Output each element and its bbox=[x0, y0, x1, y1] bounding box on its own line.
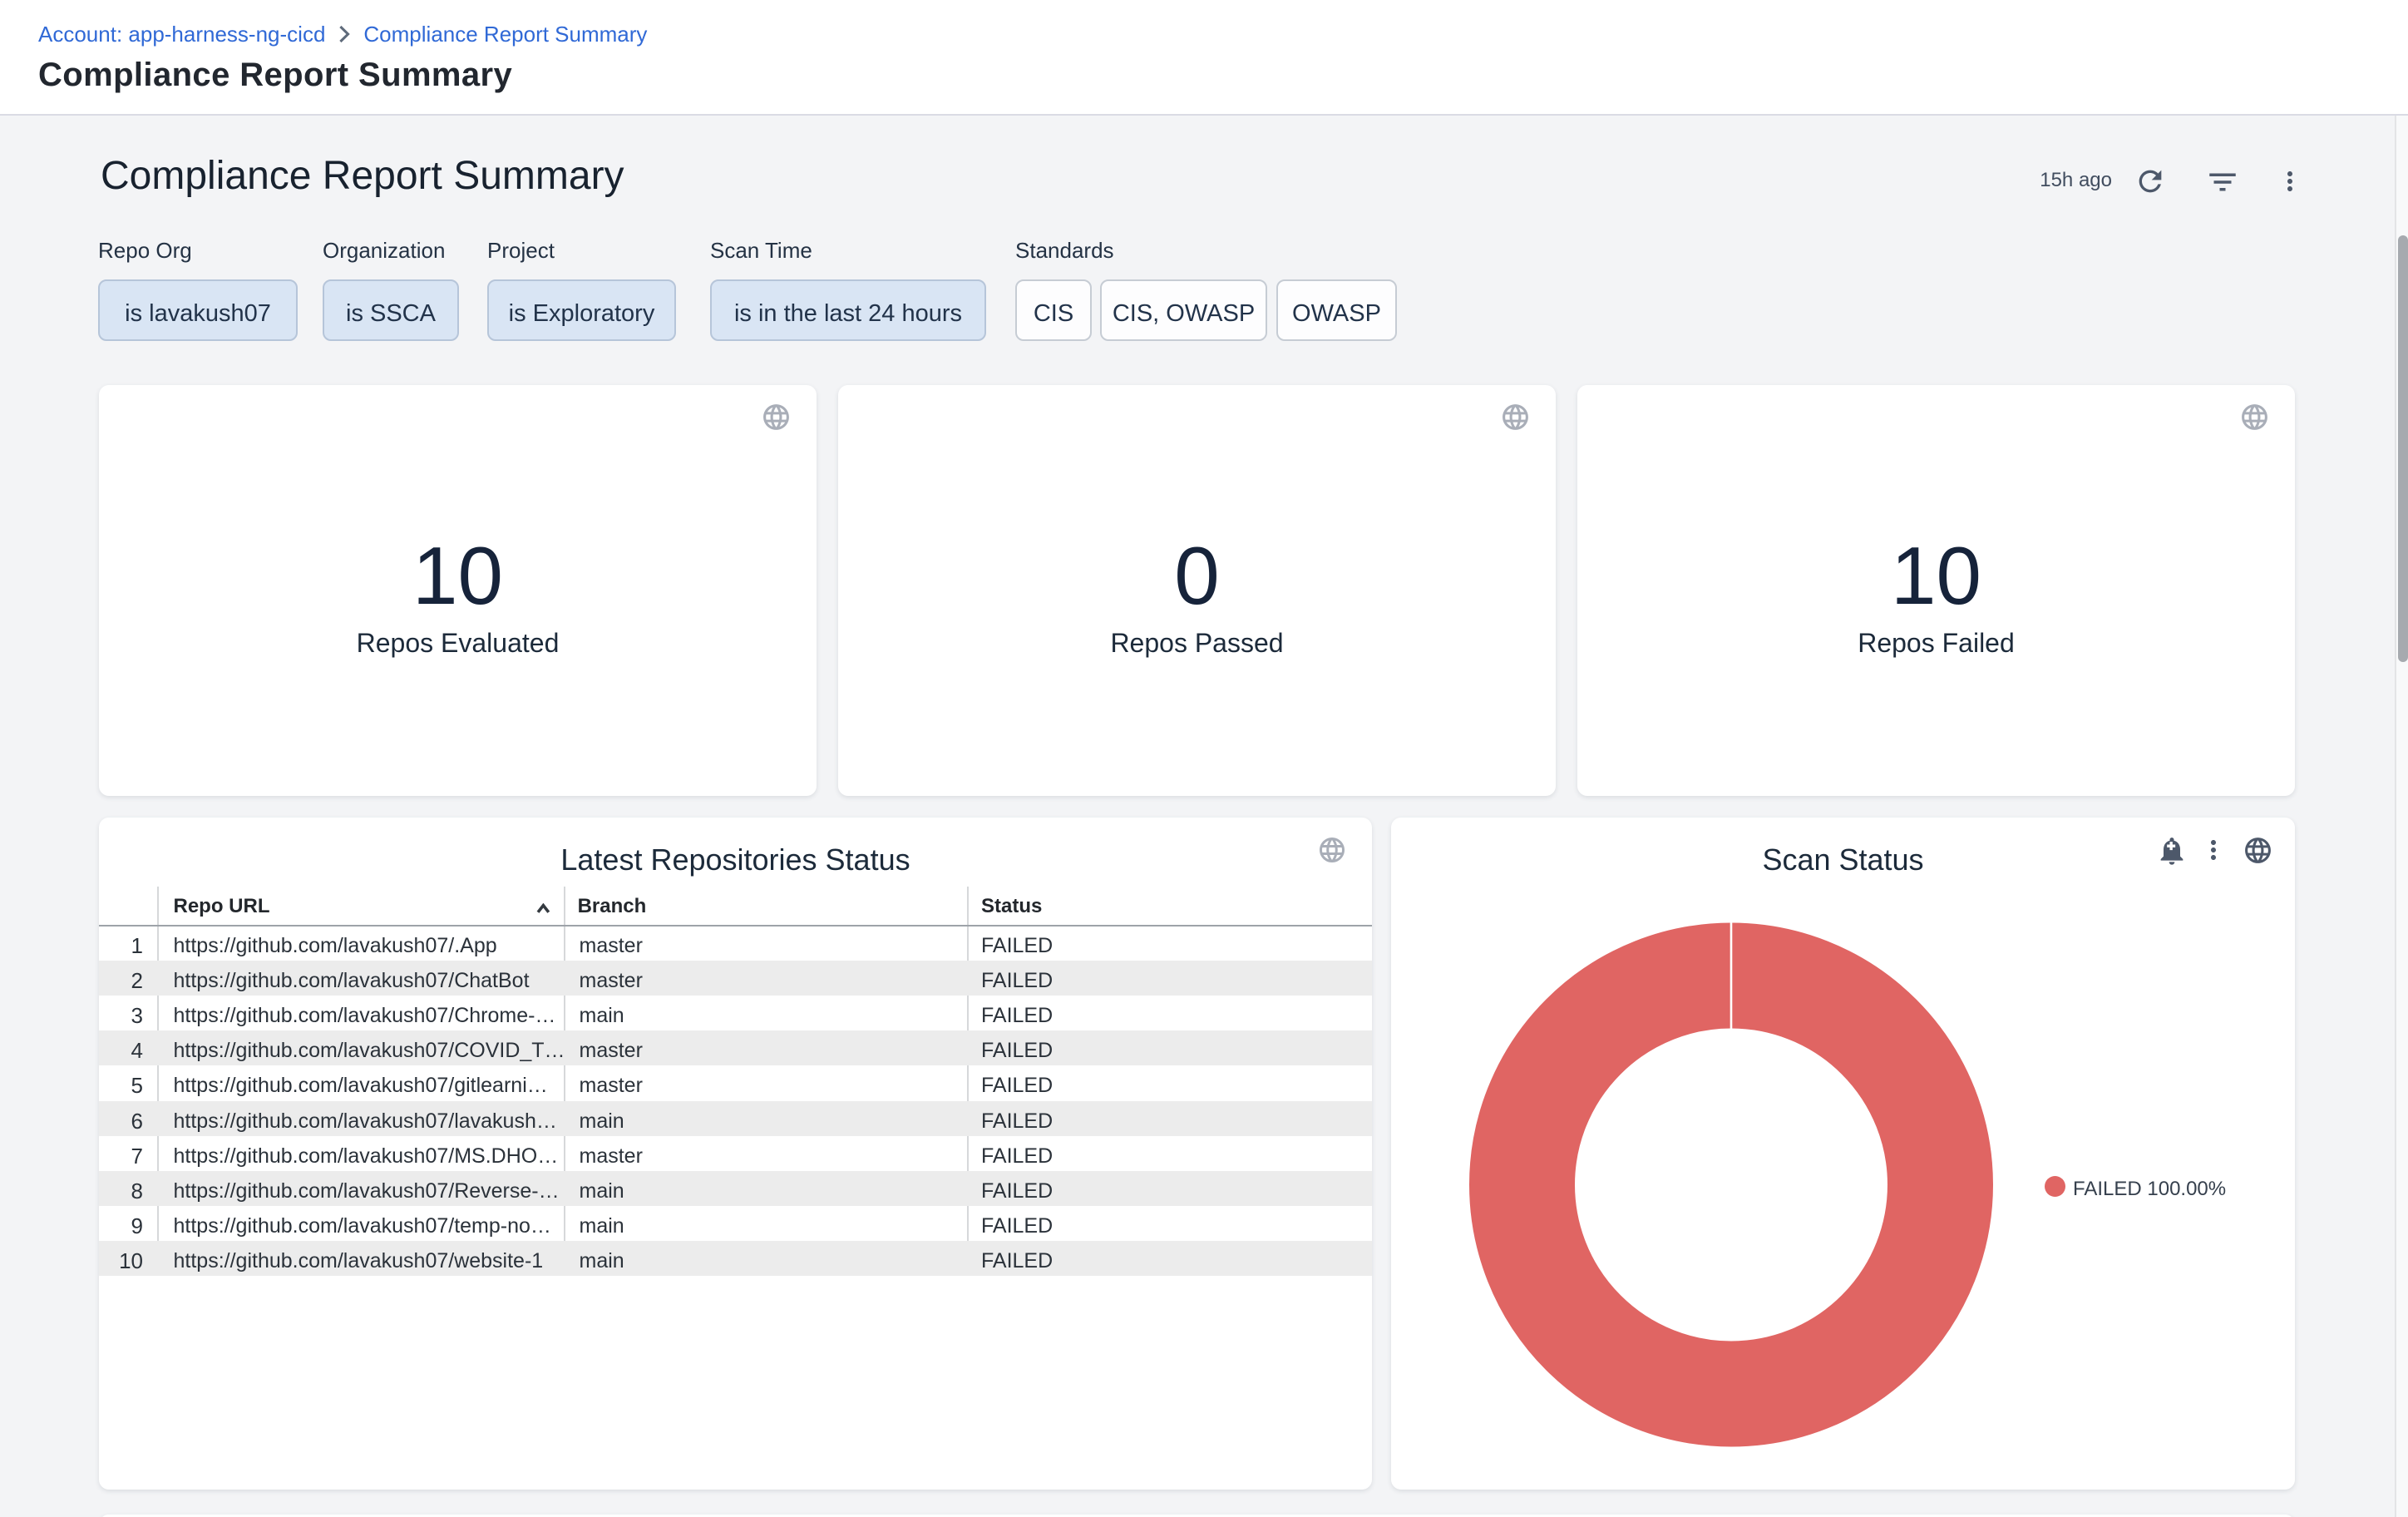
svg-text:FAILED 100.00%: FAILED 100.00% bbox=[2073, 1178, 2226, 1200]
